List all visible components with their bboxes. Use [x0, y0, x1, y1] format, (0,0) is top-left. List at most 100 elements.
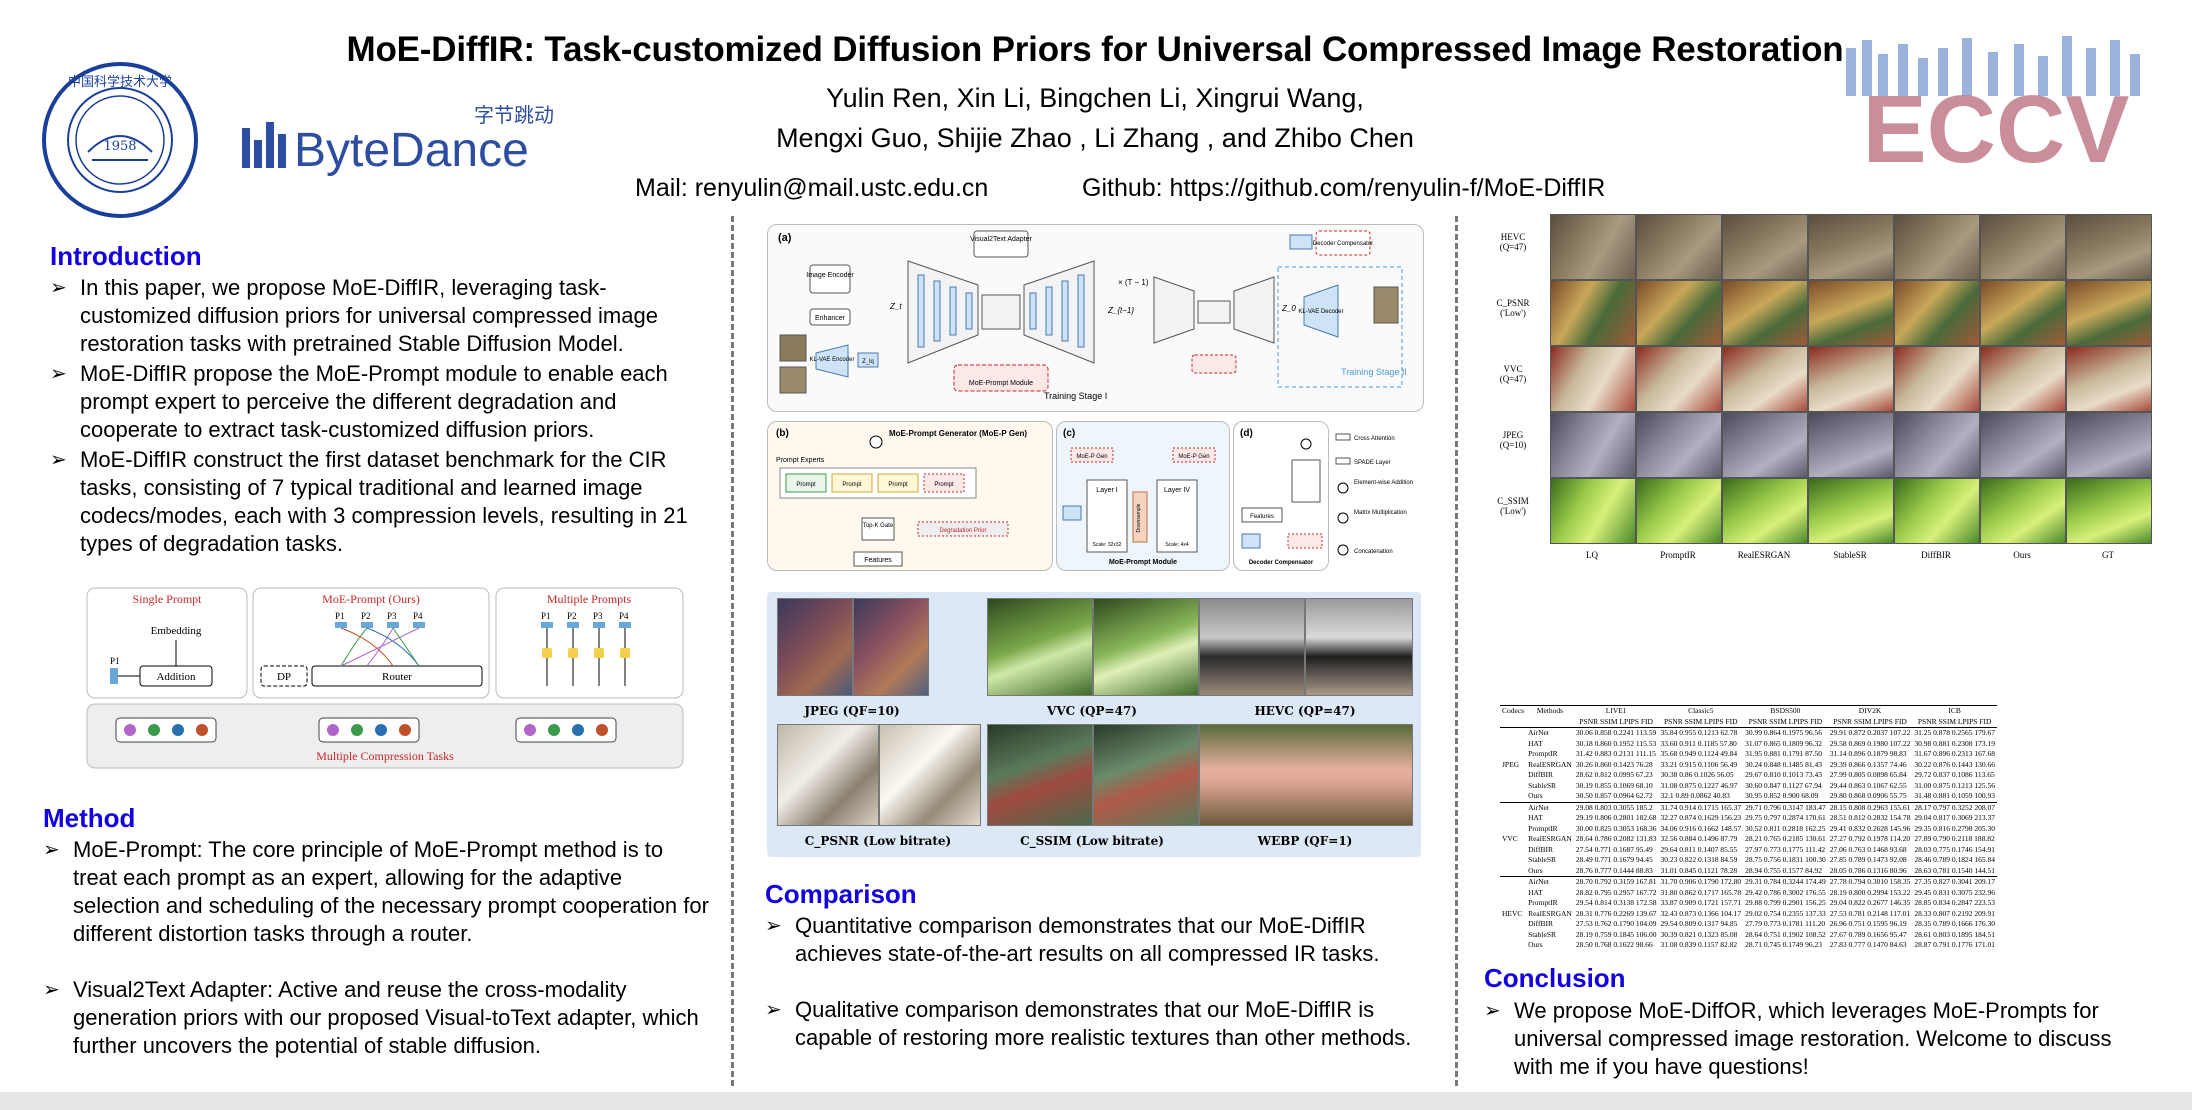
table-codec-cell — [1500, 802, 1526, 813]
table-value-cell: 31.74 0.914 0.1715 165.37 — [1660, 802, 1742, 812]
table-value-cell: 33.60 0.911 0.1185 57.80 — [1660, 738, 1737, 748]
comparison-crop-image — [1980, 214, 2066, 280]
table-value-cell: 30.52 0.811 0.2818 162.25 — [1745, 823, 1826, 833]
panel-b-label: (b) — [776, 428, 789, 439]
moep-gen-2: MoE-P Gen — [1178, 454, 1209, 460]
table-value-cell: 27.27 0.792 0.1978 114.20 — [1829, 834, 1911, 843]
row-label: C_SSIM ('Low') — [1497, 496, 1529, 516]
table-header-row: Codecs Methods LIVE1 Classic5 BSDS500 DIV2K IC… — [1500, 705, 1997, 717]
decoder-comp-caption: Decoder Compensator — [1249, 560, 1314, 566]
panel-c-label: (c) — [1063, 428, 1075, 439]
table-group-header: Classic5 — [1688, 706, 1714, 715]
column-label: LQ — [1586, 550, 1598, 560]
table-method-cell: StableSR — [1528, 780, 1557, 790]
table-method-cell: AirNet — [1528, 728, 1549, 737]
table-value-cell: 30.60 0.847 0.1127 67.94 — [1745, 780, 1822, 790]
comparison-crop-image — [2066, 478, 2152, 544]
scale-4-label: Scale: 4x4 — [1165, 542, 1189, 548]
intro-bullet: ➢ In this paper, we propose MoE-DiffIR, l… — [50, 274, 710, 358]
table-value-cell: 28.19 0.800 0.2994 153.22 — [1829, 887, 1911, 897]
comparison-crop-image — [1550, 214, 1636, 280]
decoder-compensator-label: Decoder Compensator — [1313, 241, 1373, 247]
comparison-crop-image — [1636, 412, 1722, 478]
table-value-cell: 32.27 0.874 0.1629 156.23 — [1660, 813, 1742, 822]
table-value-cell: 30.00 0.825 0.3053 168.36 — [1575, 823, 1657, 833]
column-label: DiffBIR — [1921, 550, 1951, 560]
comparison-bullet: ➢ Quantitative comparison demonstrates th… — [765, 912, 1435, 968]
table-value-cell: 30.38 0.86 0.1026 56.05 — [1660, 770, 1734, 779]
table-codec-cell — [1500, 728, 1526, 739]
image-encoder-label: Image Encoder — [806, 272, 854, 279]
row-label: C_PSNR ('Low') — [1496, 298, 1530, 318]
caption-vvc: VVC (QP=47) — [1047, 704, 1137, 718]
table-value-cell: 31.25 0.878 0.2565 179.67 — [1914, 728, 1995, 737]
table-codec-cell — [1500, 877, 1526, 888]
ustc-year: 1958 — [103, 139, 136, 154]
column-label: StableSR — [1833, 550, 1867, 560]
table-row: AirNet 28.70 0.792 0.3159 167.81 31.70 0.9… — [1500, 876, 1997, 888]
single-p1-label: P1 — [110, 656, 120, 666]
table-value-cell: 31.70 0.906 0.1790 172.80 — [1660, 877, 1742, 886]
table-row: AirNet 30.06 0.858 0.2241 113.59 35.84 0.9… — [1500, 727, 1997, 739]
moep-generator-title: MoE-Prompt Generator (MoE-P Gen) — [889, 429, 1027, 438]
table-value-cell: 28.94 0.755 0.1577 84.92 — [1745, 865, 1822, 875]
table-codec-cell — [1500, 845, 1526, 856]
table-method-cell: StableSR — [1528, 855, 1557, 864]
table-value-cell: 30.95 0.852 0.900 68.09 — [1745, 791, 1819, 800]
hevc-lq-image — [1199, 598, 1305, 696]
table-metric-header: PSNR SSIM LPIPS FID — [1579, 716, 1653, 726]
table-row: PromptIR 29.54 0.814 0.3138 172.58 33.87 0… — [1500, 898, 1997, 909]
table-value-cell: 29.41 0.832 0.2628 145.96 — [1829, 823, 1911, 833]
table-value-cell: 31.08 0.839 0.1157 82.82 — [1660, 940, 1738, 949]
moe-p1-label: P1 — [335, 611, 345, 621]
comparison-crop-image — [2066, 280, 2152, 346]
table-value-cell: 28.19 0.759 0.1845 106.00 — [1575, 929, 1657, 939]
contact-mail: Mail: renyulin@mail.ustc.edu.cn — [635, 174, 989, 202]
table-value-cell: 31.80 0.862 0.1717 165.78 — [1660, 887, 1742, 897]
table-row: HAT 29.19 0.806 0.2801 182.68 32.27 0.874 … — [1500, 813, 1997, 824]
table-value-cell: 30.99 0.864 0.1975 96.56 — [1745, 728, 1822, 737]
comparison-crop-image — [1722, 214, 1808, 280]
footer-strip — [0, 1092, 2192, 1110]
table-row: StableSR 30.19 0.855 0.1069 68.10 31.08 0.… — [1500, 781, 1997, 792]
bullet-arrow-icon: ➢ — [50, 363, 67, 385]
table-codec-cell — [1500, 855, 1526, 866]
table-row: StableSR 28.49 0.771 0.1679 94.45 30.23 0.… — [1500, 855, 1997, 866]
comparison-crop-image — [1722, 478, 1808, 544]
multi-p4-label: P4 — [619, 611, 629, 621]
table-row: Ours 28.50 0.768 0.1622 98.66 31.08 0.839 … — [1500, 940, 1997, 951]
table-codec-cell — [1500, 739, 1526, 750]
caption-jpeg: JPEG (QF=10) — [804, 704, 900, 718]
github-link[interactable]: Github: https://github.com/renyulin-f/Mo… — [1082, 174, 1605, 203]
table-row: Ours 30.50 0.857 0.0964 62.72 32.1 0.89 0.… — [1500, 791, 1997, 802]
comparison-crop-image — [1636, 346, 1722, 412]
table-value-cell: 28.17 0.797 0.3252 208.07 — [1914, 802, 1995, 812]
table-value-cell: 30.39 0.821 0.1323 85.08 — [1660, 929, 1738, 939]
table-row: JPEG RealESRGAN 30.26 0.860 0.1423 76.28 33… — [1500, 760, 1997, 771]
table-codec-cell — [1500, 781, 1526, 792]
table-value-cell: 30.98 0.881 0.2308 173.19 — [1914, 738, 1995, 748]
introduction-bullets: ➢ In this paper, we propose MoE-DiffIR, l… — [50, 274, 710, 560]
table-value-cell: 28.50 0.768 0.1622 98.66 — [1575, 940, 1653, 949]
table-value-cell: 30.23 0.822 0.1318 84.59 — [1660, 855, 1738, 864]
comparison-crop-image — [1894, 478, 1980, 544]
method-bullet-text: MoE-Prompt: The core principle of MoE-Pr… — [73, 837, 709, 946]
layer-1-label: Layer I — [1096, 487, 1117, 494]
intro-bullet-text: In this paper, we propose MoE-DiffIR, le… — [80, 275, 658, 356]
table-value-cell: 27.89 0.790 0.2118 188.82 — [1914, 834, 1995, 843]
table-method-cell: DiffBIR — [1528, 770, 1553, 779]
multi-p2-label: P2 — [567, 611, 577, 621]
downsample-label: Downsample — [1136, 503, 1142, 532]
table-value-cell: 28.33 0.807 0.2192 209.91 — [1914, 908, 1995, 918]
comparison-crop-image — [1894, 280, 1980, 346]
table-method-cell: Ours — [1528, 791, 1543, 800]
table-value-cell: 27.53 0.762 0.1790 104.09 — [1575, 919, 1657, 928]
legend-multiplication: Matrix Multiplication — [1354, 510, 1407, 516]
table-value-cell: 28.49 0.771 0.1679 94.45 — [1575, 855, 1653, 864]
comparison-crop-image — [1550, 412, 1636, 478]
intro-bullet: ➢ MoE-DiffIR propose the MoE-Prompt modul… — [50, 360, 710, 444]
table-row: HAT 28.82 0.795 0.2957 167.72 31.80 0.862 … — [1500, 888, 1997, 899]
column-label: PromptIR — [1660, 550, 1696, 560]
table-value-cell: 27.35 0.827 0.3041 209.17 — [1914, 877, 1995, 886]
jpeg-gt-image — [853, 598, 929, 696]
